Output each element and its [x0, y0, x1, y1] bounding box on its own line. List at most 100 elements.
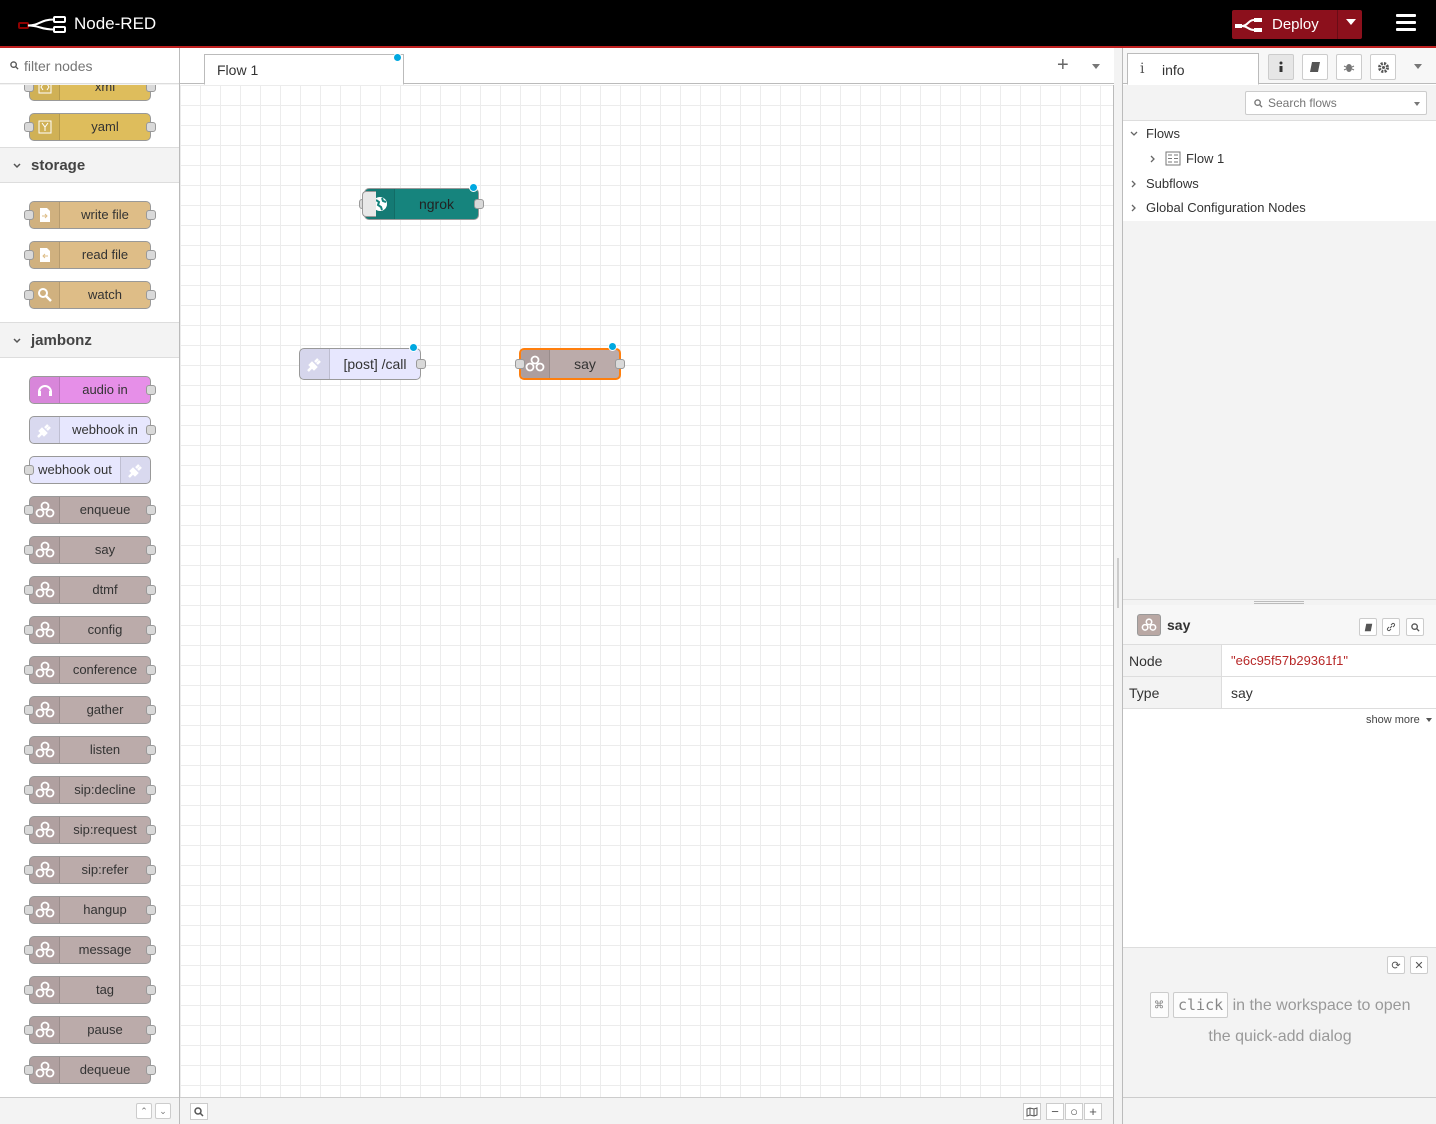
tree-label: Flow 1 — [1186, 151, 1225, 166]
show-more-label: show more — [1366, 714, 1420, 726]
navigator-map-icon[interactable] — [1023, 1103, 1041, 1120]
tree-item-flows[interactable]: Flows — [1123, 122, 1436, 146]
palette-node-label: dequeue — [79, 1062, 131, 1077]
search-flows-input[interactable] — [1268, 95, 1408, 111]
palette-node-webhook-out[interactable]: webhook out — [24, 456, 151, 484]
refresh-icon[interactable]: ⟳ — [1387, 956, 1405, 974]
node-output-port[interactable] — [615, 359, 625, 369]
flow-canvas[interactable]: ngrok [post] /call say — [180, 85, 1114, 1097]
deploy-button[interactable]: Deploy — [1232, 10, 1362, 39]
palette-node-write-file[interactable]: write file — [24, 201, 156, 229]
palette-node-sip-decline[interactable]: sip:decline — [24, 776, 156, 804]
link-icon[interactable] — [1382, 618, 1400, 636]
palette-node-conference[interactable]: conference — [24, 656, 156, 684]
palette-node-hangup[interactable]: hangup — [24, 896, 156, 924]
canvas-node-say[interactable]: say — [515, 342, 625, 380]
palette-node-sip-request[interactable]: sip:request — [24, 816, 156, 844]
tab-info[interactable]: i info — [1127, 53, 1259, 85]
node-input-port[interactable] — [515, 359, 525, 369]
zoom-in-icon[interactable]: + — [1084, 1103, 1102, 1120]
tree-item-subflows[interactable]: Subflows — [1123, 172, 1436, 196]
property-row-type: Type say — [1123, 677, 1436, 709]
jambonz-icon — [30, 617, 60, 643]
close-icon[interactable]: ✕ — [1410, 956, 1428, 974]
reveal-search-icon[interactable] — [1406, 618, 1424, 636]
canvas-node-ngrok[interactable]: ngrok — [359, 183, 484, 220]
node-output-port — [146, 905, 156, 915]
palette-node-sip-refer[interactable]: sip:refer — [24, 856, 156, 884]
palette-node-audio-in[interactable]: audio in — [29, 376, 156, 404]
node-help-book-icon[interactable] — [1359, 618, 1377, 636]
palette: xml yaml storage write file read file watch ja… — [0, 48, 180, 1124]
category-header-jambonz[interactable]: jambonz — [0, 322, 179, 358]
caret-down-icon — [1425, 718, 1432, 723]
flow-search-row — [1123, 85, 1436, 121]
chevron-right-icon — [1131, 204, 1136, 212]
sidebar-menu-caret-icon[interactable] — [1414, 64, 1422, 69]
node-input-port — [24, 585, 34, 595]
palette-node-dequeue[interactable]: dequeue — [24, 1056, 156, 1084]
palette-node-gather[interactable]: gather — [24, 696, 156, 724]
tab-list-caret-icon[interactable] — [1092, 64, 1100, 69]
palette-node-xml[interactable]: xml — [24, 85, 156, 101]
filter-nodes-input[interactable] — [24, 56, 174, 76]
sidebar-resize-handle[interactable] — [1114, 48, 1122, 1124]
palette-node-enqueue[interactable]: enqueue — [24, 496, 156, 524]
collapse-all-icon[interactable]: ⌃ — [136, 1103, 152, 1119]
search-options-caret-icon[interactable] — [1414, 102, 1420, 106]
main-menu-button[interactable] — [1396, 14, 1418, 34]
palette-node-webhook-in[interactable]: webhook in — [29, 416, 156, 444]
tip-text-b: the quick-add dialog — [1208, 1028, 1352, 1045]
category-header-storage[interactable]: storage — [0, 147, 179, 183]
property-value-node-id[interactable]: "e6c95f57b29361f1" — [1231, 653, 1348, 668]
info-icon: i — [1140, 61, 1145, 77]
zoom-reset-icon[interactable]: ○ — [1065, 1103, 1083, 1120]
palette-node-listen[interactable]: listen — [24, 736, 156, 764]
tips-panel: ⟳ ✕ ⌘ click in the workspace to open the… — [1123, 947, 1436, 1097]
palette-search — [0, 48, 179, 84]
category-nodes-jambonz: audio in webhook in webhook out enqueue say d… — [0, 358, 179, 1097]
node-red-logo-icon — [18, 16, 66, 33]
search-icon[interactable] — [190, 1103, 208, 1120]
palette-node-pause[interactable]: pause — [24, 1016, 156, 1044]
tree-item-global-config[interactable]: Global Configuration Nodes — [1123, 196, 1436, 220]
node-output-port — [146, 250, 156, 260]
debug-bug-icon[interactable] — [1336, 54, 1362, 80]
node-output-port — [146, 210, 156, 220]
palette-node-list[interactable]: xml yaml storage write file read file watch ja… — [0, 85, 179, 1097]
deploy-menu-caret-icon[interactable] — [1346, 19, 1356, 25]
node-input-port — [24, 665, 34, 675]
tree-label: Flows — [1146, 126, 1180, 141]
zoom-out-icon[interactable]: − — [1046, 1103, 1064, 1120]
palette-node-config[interactable]: config — [24, 616, 156, 644]
node-output-port — [146, 122, 156, 132]
add-flow-icon[interactable]: + — [1057, 55, 1069, 75]
node-output-port — [146, 425, 156, 435]
show-more-link[interactable]: show more — [1366, 714, 1432, 726]
palette-node-read-file[interactable]: read file — [24, 241, 156, 269]
tab-flow-1[interactable]: Flow 1 — [204, 53, 404, 85]
search-flows-field[interactable] — [1245, 91, 1427, 115]
palette-node-watch[interactable]: watch — [24, 281, 156, 309]
palette-node-tag[interactable]: tag — [24, 976, 156, 1004]
sidebar-footer — [1123, 1097, 1436, 1124]
info-tab-icon[interactable] — [1268, 54, 1294, 80]
tree-item-flow-1[interactable]: Flow 1 — [1123, 147, 1436, 171]
palette-node-message[interactable]: message — [24, 936, 156, 964]
palette-node-say[interactable]: say — [24, 536, 156, 564]
node-output-port[interactable] — [474, 199, 484, 209]
node-output-port — [146, 825, 156, 835]
config-gear-icon[interactable] — [1370, 54, 1396, 80]
node-output-port — [146, 705, 156, 715]
expand-all-icon[interactable]: ⌄ — [155, 1103, 171, 1119]
xml-icon — [30, 85, 60, 100]
inject-button[interactable] — [362, 191, 376, 217]
property-key: Type — [1123, 677, 1222, 708]
node-output-port[interactable] — [416, 359, 426, 369]
palette-node-dtmf[interactable]: dtmf — [24, 576, 156, 604]
palette-node-yaml[interactable]: yaml — [24, 113, 156, 141]
help-book-icon[interactable] — [1302, 54, 1328, 80]
canvas-node-webhook-in[interactable]: [post] /call — [299, 343, 426, 380]
headset-icon — [30, 377, 60, 403]
workspace: Flow 1 + ngrok [post] /call say − ○ + — [180, 48, 1114, 1124]
